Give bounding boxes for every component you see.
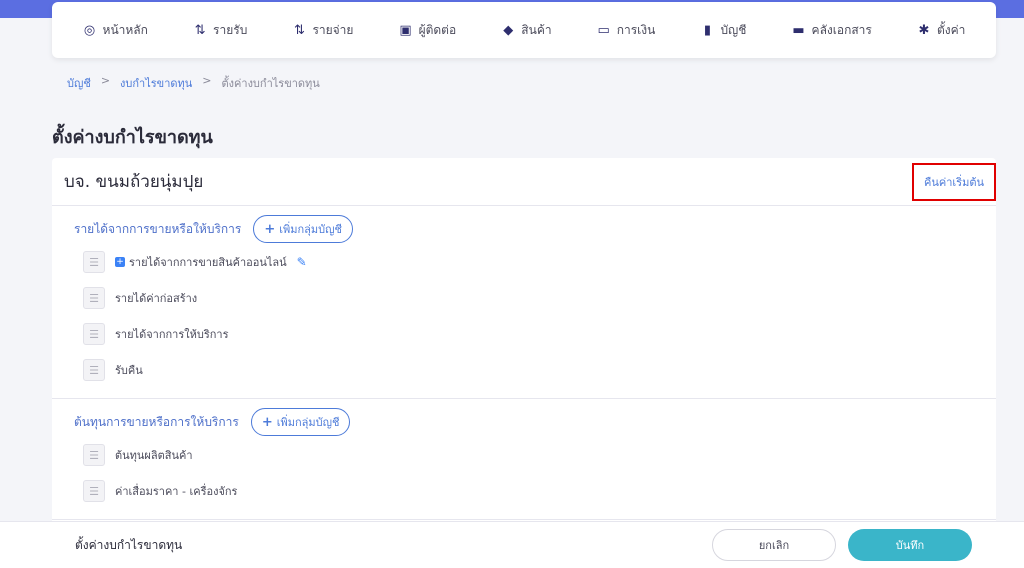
breadcrumb-accounts-link[interactable]: บัญชี: [67, 74, 91, 92]
plus-icon: +: [264, 221, 276, 237]
expand-plus-icon[interactable]: +: [115, 257, 125, 267]
page-title: ตั้งค่างบกำไรขาดทุน: [52, 127, 213, 148]
nav-item-label: ผู้ติดต่อ: [418, 22, 457, 37]
account-row: ☰ ค่าเสื่อมราคา - เครื่องจักร: [52, 473, 996, 509]
revenue-section: รายได้จากการขายหรือให้บริการ + เพิ่มกลุ่…: [52, 206, 996, 399]
add-group-label: เพิ่มกลุ่มบัญชี: [279, 223, 342, 236]
nav-item-finance[interactable]: ▭ การเงิน: [597, 21, 656, 40]
account-label: รายได้จากการให้บริการ: [115, 328, 229, 341]
nav-item-accounts[interactable]: ▮ บัญชี: [700, 21, 747, 40]
nav-item-label: การเงิน: [616, 22, 656, 37]
nav-item-label: รายจ่าย: [312, 22, 354, 37]
nav-item-settings[interactable]: ✱ ตั้งค่า: [917, 21, 966, 40]
contacts-icon: ▣: [399, 22, 412, 38]
drag-handle-icon[interactable]: ☰: [83, 444, 105, 466]
cost-of-sales-section: ต้นทุนการขายหรือการให้บริการ + เพิ่มกลุ่…: [52, 399, 996, 520]
section-title: ต้นทุนการขายหรือการให้บริการ: [74, 414, 239, 429]
footer-title: ตั้งค่างบกำไรขาดทุน: [75, 537, 183, 552]
plus-icon: +: [261, 414, 273, 430]
account-label: ค่าเสื่อมราคา - เครื่องจักร: [115, 485, 238, 498]
main-navbar: ◎ หน้าหลัก ⇅ รายรับ ⇅ รายจ่าย ▣ ผู้ติดต่…: [52, 2, 996, 58]
gear-icon: ✱: [918, 22, 930, 38]
dashboard-icon: ◎: [83, 22, 96, 38]
nav-item-label: คลังเอกสาร: [811, 22, 872, 37]
nav-item-documents[interactable]: ▬ คลังเอกสาร: [792, 21, 872, 40]
account-label: รับคืน: [115, 364, 143, 377]
drag-handle-icon[interactable]: ☰: [83, 323, 105, 345]
nav-item-label: บัญชี: [720, 22, 747, 37]
section-header: รายได้จากการขายหรือให้บริการ + เพิ่มกลุ่…: [52, 214, 996, 244]
breadcrumb-separator: >: [202, 74, 212, 87]
drag-handle-icon[interactable]: ☰: [83, 480, 105, 502]
nav-item-label: หน้าหลัก: [102, 22, 148, 37]
drag-handle-icon[interactable]: ☰: [83, 359, 105, 381]
nav-item-label: สินค้า: [521, 22, 552, 37]
account-row: ☰ + รายได้จากการขายสินค้าออนไลน์ ✎: [52, 244, 996, 280]
card-header: บจ. ขนมถ้วยนุ่มปุย คืนค่าเริ่มต้น: [52, 158, 996, 206]
account-row: ☰ ต้นทุนผลิตสินค้า: [52, 437, 996, 473]
expense-icon: ⇅: [293, 22, 305, 38]
account-label: รายได้จากการขายสินค้าออนไลน์: [129, 256, 287, 269]
account-label: ต้นทุนผลิตสินค้า: [115, 449, 193, 462]
nav-item-contacts[interactable]: ▣ ผู้ติดต่อ: [399, 21, 457, 40]
add-account-group-button[interactable]: + เพิ่มกลุ่มบัญชี: [250, 408, 351, 436]
add-account-group-button[interactable]: + เพิ่มกลุ่มบัญชี: [253, 215, 353, 243]
breadcrumb-separator: >: [100, 74, 111, 87]
save-button[interactable]: บันทึก: [848, 529, 972, 561]
product-box-icon: ◆: [503, 22, 514, 38]
breadcrumb: บัญชี > งบกำไรขาดทุน > ตั้งค่างบกำไรขาดท…: [67, 74, 320, 92]
edit-pencil-icon[interactable]: ✎: [297, 255, 307, 269]
account-row: ☰ รายได้จากการให้บริการ: [52, 316, 996, 352]
nav-item-expense[interactable]: ⇅ รายจ่าย: [292, 21, 353, 40]
nav-item-home[interactable]: ◎ หน้าหลัก: [83, 21, 148, 40]
company-name: บจ. ขนมถ้วยนุ่มปุย: [64, 172, 204, 192]
section-title: รายได้จากการขายหรือให้บริการ: [74, 221, 242, 236]
sticky-footer-bar: ตั้งค่างบกำไรขาดทุน ยกเลิก บันทึก: [0, 521, 1024, 568]
money-icon: ▭: [597, 22, 610, 38]
account-row: ☰ รายได้ค่าก่อสร้าง: [52, 280, 996, 316]
income-icon: ⇅: [194, 22, 206, 38]
reset-defaults-link[interactable]: คืนค่าเริ่มต้น: [912, 162, 996, 201]
account-row: ☰ รับคืน: [52, 352, 996, 388]
account-label: รายได้ค่าก่อสร้าง: [115, 292, 198, 305]
section-header: ต้นทุนการขายหรือการให้บริการ + เพิ่มกลุ่…: [52, 407, 996, 437]
breadcrumb-current: ตั้งค่างบกำไรขาดทุน: [221, 77, 320, 90]
folder-icon: ▬: [792, 22, 805, 38]
nav-item-label: รายรับ: [213, 22, 248, 37]
add-group-label: เพิ่มกลุ่มบัญชี: [276, 416, 340, 429]
nav-item-products[interactable]: ◆ สินค้า: [501, 21, 551, 40]
drag-handle-icon[interactable]: ☰: [83, 287, 105, 309]
cancel-button[interactable]: ยกเลิก: [712, 529, 836, 561]
nav-item-income[interactable]: ⇅ รายรับ: [193, 21, 248, 40]
breadcrumb-income-statement-link[interactable]: งบกำไรขาดทุน: [120, 74, 192, 92]
nav-item-label: ตั้งค่า: [936, 22, 966, 37]
drag-handle-icon[interactable]: ☰: [83, 251, 105, 273]
ledger-book-icon: ▮: [703, 22, 712, 38]
income-statement-settings-card: บจ. ขนมถ้วยนุ่มปุย คืนค่าเริ่มต้น รายได้…: [52, 158, 996, 528]
